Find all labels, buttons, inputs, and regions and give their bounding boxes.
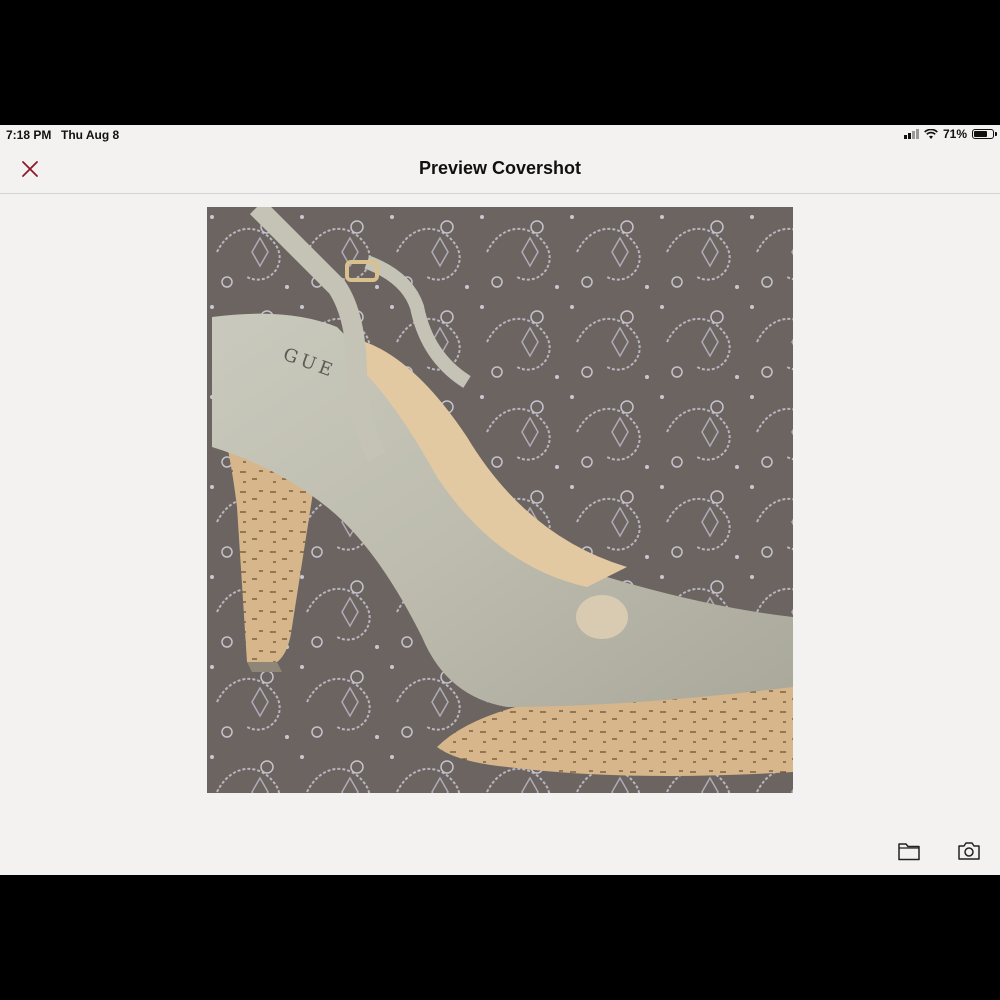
folder-icon: [898, 843, 920, 861]
camera-icon: [958, 842, 980, 860]
battery-percent: 71%: [942, 127, 967, 141]
status-bar: 7:18 PM Thu Aug 8 71%: [0, 125, 1000, 145]
nav-bar: Preview Covershot: [0, 145, 1000, 194]
battery-icon: [972, 129, 997, 139]
cellular-signal-icon: [903, 129, 919, 139]
covershot-image: GUE: [207, 207, 793, 793]
status-time: 7:18 PM: [6, 128, 52, 142]
wifi-icon: [924, 128, 938, 139]
camera-button[interactable]: [956, 838, 982, 864]
app-screen: 7:18 PM Thu Aug 8 71% Preview Covershot: [0, 125, 1000, 875]
status-indicators: 71%: [903, 127, 997, 141]
status-date: Thu Aug 8: [61, 128, 120, 142]
folder-button[interactable]: [896, 838, 922, 864]
page-title: Preview Covershot: [418, 158, 582, 178]
battery-level: [974, 131, 987, 137]
